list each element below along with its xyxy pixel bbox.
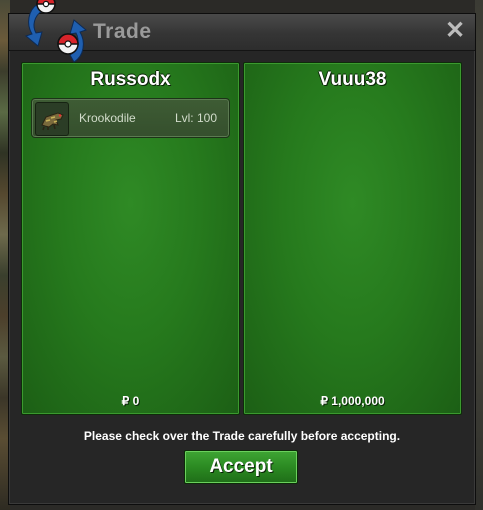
game-world-background-right <box>475 0 483 510</box>
money-offer-left: ₽ 0 <box>121 394 140 408</box>
krookodile-icon <box>35 102 69 136</box>
trade-logo-icon <box>24 0 88 63</box>
trade-warning-message: Please check over the Trade carefully be… <box>83 429 401 443</box>
trader-name-right: Vuuu38 <box>318 69 387 90</box>
item-level: Lvl: 100 <box>174 111 217 125</box>
trader-panel-left: Russodx Krookodile Lvl: 100 ₽ 0 <box>21 62 240 415</box>
trade-dialog: Trade ✕ Russodx Krookodile Lvl: 100 ₽ 0 … <box>8 13 476 505</box>
dialog-title: Trade <box>93 20 152 43</box>
trader-name-left: Russodx <box>90 69 171 90</box>
item-name: Krookodile <box>79 111 136 125</box>
accept-button[interactable]: Accept <box>184 450 298 484</box>
trader-panel-right: Vuuu38 ₽ 1,000,000 <box>243 62 462 415</box>
close-icon[interactable]: ✕ <box>443 19 467 43</box>
trade-item-row[interactable]: Krookodile Lvl: 100 <box>31 98 230 138</box>
money-offer-right: ₽ 1,000,000 <box>320 394 385 408</box>
